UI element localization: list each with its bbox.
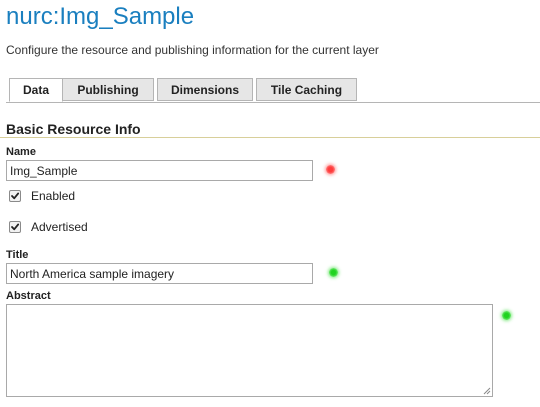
title-label: Title [6, 249, 29, 261]
layer-edit-page: nurc:Img_Sample Configure the resource a… [0, 0, 540, 407]
page-description: Configure the resource and publishing in… [6, 43, 379, 57]
advertised-checkbox[interactable] [9, 221, 21, 233]
title-valid-status-icon [329, 268, 338, 277]
advertised-label: Advertised [31, 220, 88, 234]
resize-grip-icon[interactable] [483, 387, 491, 395]
tab-dimensions[interactable]: Dimensions [157, 78, 253, 101]
name-label: Name [6, 146, 36, 158]
name-input[interactable] [6, 160, 313, 181]
page-title: nurc:Img_Sample [6, 3, 195, 30]
name-invalid-status-icon [326, 165, 335, 174]
tab-bar: Data Publishing Dimensions Tile Caching [6, 78, 540, 103]
title-input[interactable] [6, 263, 313, 284]
enabled-checkbox[interactable] [9, 190, 21, 202]
abstract-label: Abstract [6, 290, 51, 302]
tab-publishing[interactable]: Publishing [62, 78, 154, 101]
check-icon [11, 223, 20, 231]
tab-data[interactable]: Data [9, 78, 63, 102]
check-icon [11, 192, 20, 200]
section-title-basic-resource-info: Basic Resource Info [6, 121, 141, 137]
abstract-textarea[interactable] [6, 304, 493, 397]
abstract-valid-status-icon [502, 311, 511, 320]
section-divider [0, 137, 540, 138]
enabled-label: Enabled [31, 189, 76, 203]
tab-tile-caching[interactable]: Tile Caching [256, 78, 357, 101]
